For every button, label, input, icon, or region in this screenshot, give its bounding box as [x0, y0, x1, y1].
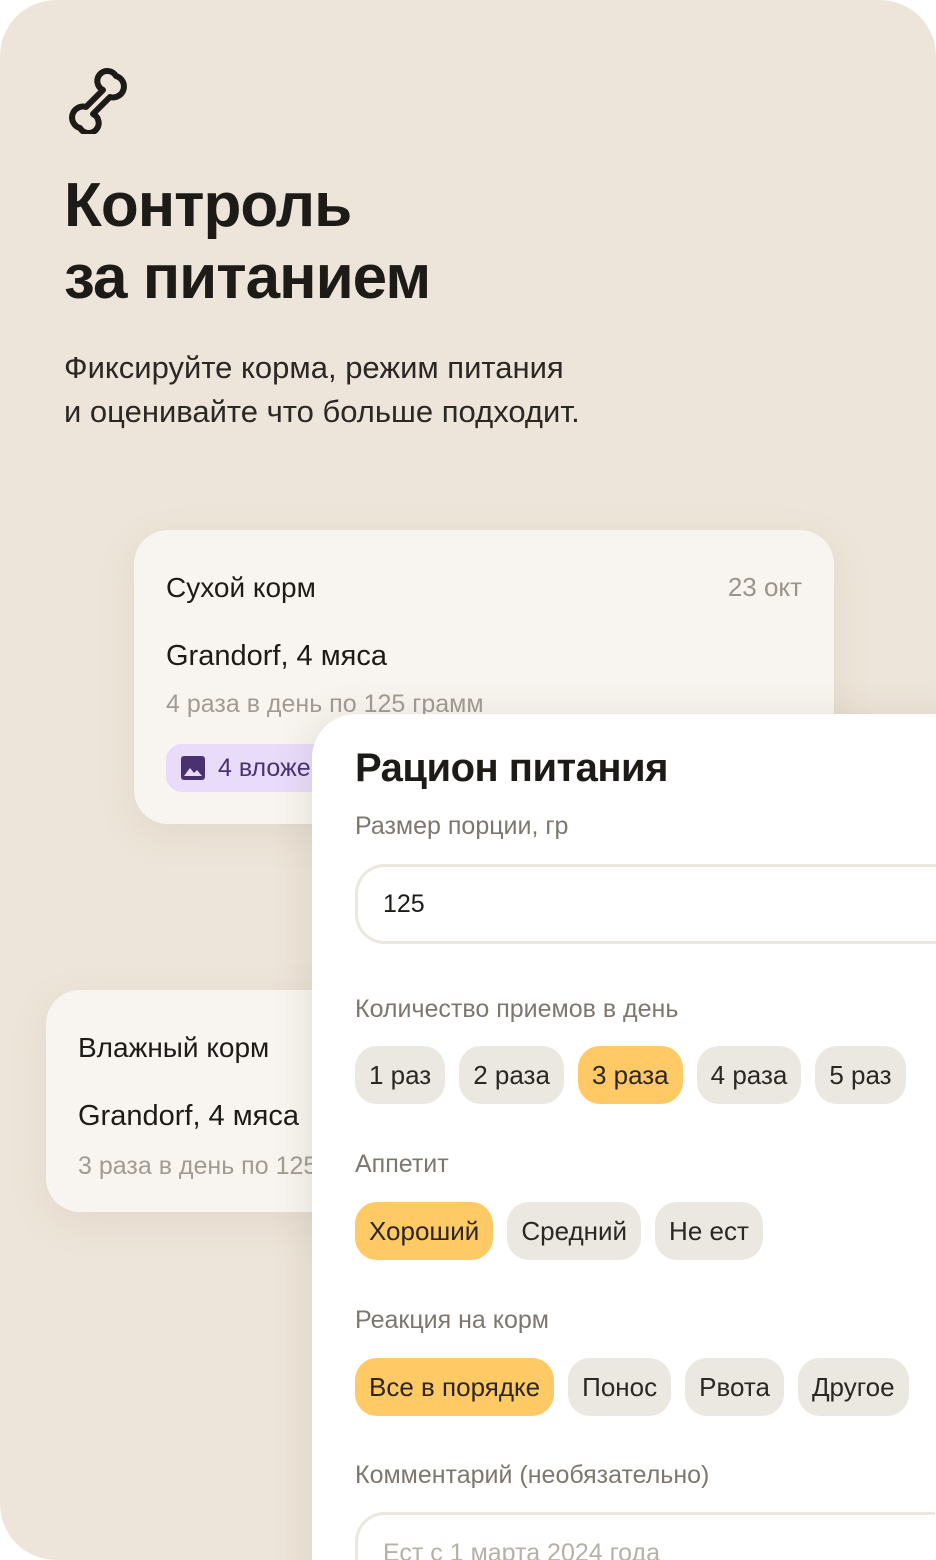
card-food-name: Grandorf, 4 мяса — [166, 640, 388, 672]
reaction-chip-group: Все в порядке Понос Рвота Другое — [355, 1358, 909, 1416]
appetite-chip-good-selected[interactable]: Хороший — [355, 1202, 494, 1260]
meals-chip-1[interactable]: 1 раз — [355, 1046, 446, 1104]
image-icon — [181, 756, 205, 780]
appetite-label: Аппетит — [355, 1150, 449, 1178]
reaction-chip-diarrhea[interactable]: Понос — [568, 1358, 672, 1416]
subtitle-line-1: Фиксируйте корма, режим питания — [64, 350, 564, 385]
card-date: 23 окт — [727, 572, 802, 602]
comment-input[interactable]: Ест с 1 марта 2024 года — [355, 1512, 936, 1560]
comment-label: Комментарий (необязательно) — [355, 1461, 710, 1489]
page-title-line-2: за питанием — [64, 243, 431, 312]
promo-panel: Контроль за питанием Фиксируйте корма, р… — [0, 0, 936, 1560]
meals-chip-3-selected[interactable]: 3 раза — [577, 1046, 683, 1104]
appetite-chip-medium[interactable]: Средний — [507, 1202, 642, 1260]
page-subtitle: Фиксируйте корма, режим питания и оценив… — [64, 346, 580, 434]
card-title: Влажный корм — [78, 1032, 270, 1063]
card-food-name: Grandorf, 4 мяса — [78, 1100, 300, 1132]
reaction-chip-other[interactable]: Другое — [797, 1358, 909, 1416]
meals-chip-5[interactable]: 5 раз — [815, 1046, 906, 1104]
appetite-chip-not-eating[interactable]: Не ест — [655, 1202, 763, 1260]
bone-icon — [69, 68, 127, 134]
reaction-label: Реакция на корм — [355, 1306, 549, 1334]
meals-chip-group: 1 раз 2 раза 3 раза 4 раза 5 раз — [355, 1046, 906, 1104]
portion-input[interactable]: 125 — [355, 864, 936, 944]
page-title: Контроль за питанием — [64, 170, 431, 314]
reaction-chip-ok-selected[interactable]: Все в порядке — [355, 1358, 555, 1416]
reaction-chip-vomiting[interactable]: Рвота — [685, 1358, 784, 1416]
appetite-chip-group: Хороший Средний Не ест — [355, 1202, 763, 1260]
card-title: Сухой корм — [166, 572, 316, 603]
meals-chip-4[interactable]: 4 раза — [696, 1046, 802, 1104]
meals-chip-2[interactable]: 2 раза — [459, 1046, 564, 1104]
portion-label: Размер порции, гр — [355, 812, 569, 840]
page-title-line-1: Контроль — [64, 171, 352, 240]
diet-form-sheet: Рацион питания Размер порции, гр 125 Кол… — [312, 714, 936, 1560]
meals-label: Количество приемов в день — [355, 995, 679, 1023]
subtitle-line-2: и оценивайте что больше подходит. — [64, 394, 580, 429]
form-title: Рацион питания — [355, 746, 668, 790]
